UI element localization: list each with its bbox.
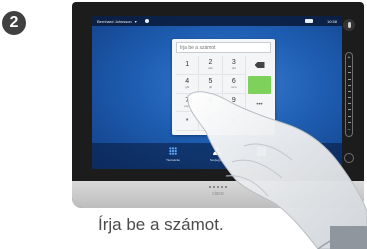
key-digit: 4 [185, 78, 190, 86]
keypad: 1 2 abc 3 def 4 ghi 5 jkl 6 mno 7 pqrs 8 tuv 9w… [176, 56, 246, 131]
key-letters: pqrs [184, 103, 191, 108]
volume-down-icon: – [347, 126, 351, 133]
key-star[interactable]: * [176, 112, 200, 131]
key-digit: 0 [208, 115, 213, 123]
status-bar: Bernhard Johnsson ▾ 10:58 [92, 16, 342, 26]
key-digit: 7 [185, 96, 190, 104]
key-1[interactable]: 1 [176, 56, 200, 75]
power-button[interactable] [344, 153, 354, 163]
volume-up-icon: + [347, 55, 351, 61]
dock-item-contacts[interactable]: Névjegyek [204, 146, 230, 169]
key-digit: 3 [231, 59, 236, 67]
key-hash[interactable]: # [222, 112, 246, 131]
dock-item-dial[interactable]: Tárcsázás [160, 146, 186, 169]
key-digit: # [231, 117, 236, 125]
dock-item-label: Találkozók [253, 158, 268, 162]
cisco-logo: cisco [203, 185, 233, 197]
key-letters: wxyz [230, 103, 238, 108]
user-name[interactable]: Bernhard Johnsson [97, 19, 132, 24]
key-5[interactable]: 5 jkl [199, 74, 223, 94]
clock-time: 10:58 [326, 18, 337, 24]
key-letters: mno [230, 85, 237, 90]
contacts-icon [213, 146, 222, 156]
backspace-button[interactable] [248, 56, 271, 74]
dock-item-label: Névjegyek [209, 158, 224, 162]
brand-text: cisco [212, 190, 224, 197]
dock-item-label: Tárcsázás [166, 158, 180, 162]
step-number-badge: 2 [2, 11, 26, 35]
dial-panel: 1 2abc 3def 4ghi 5jkl 6mno 7pqrs 8tuv 9w… [172, 39, 275, 135]
microphone-icon [347, 22, 351, 28]
calendar-icon: 11 [256, 146, 266, 156]
settings-icon[interactable] [144, 19, 149, 23]
key-letters: def [231, 66, 236, 71]
key-digit: 6 [231, 78, 236, 86]
volume-slider[interactable]: + – [345, 52, 353, 137]
key-9[interactable]: 9 wxyz [222, 93, 246, 113]
key-4[interactable]: 4 ghi [176, 74, 200, 94]
call-button[interactable] [248, 76, 271, 94]
key-digit: 1 [185, 61, 190, 69]
key-digit: 8 [208, 96, 213, 104]
key-digit: 2 [208, 59, 213, 67]
keypad-icon [169, 147, 177, 155]
video-endpoint-device: Bernhard Johnsson ▾ 10:58 1 2abc 3def 4g… [72, 2, 364, 208]
bottom-dock: Tárcsázás Névjegyek 11 Találkozók [92, 143, 342, 169]
key-letters: + [209, 122, 212, 127]
mute-microphone-button[interactable] [343, 19, 355, 31]
key-letters: jkl [209, 85, 212, 90]
instruction-caption: Írja be a számot. [98, 215, 224, 234]
key-8[interactable]: 8 tuv [199, 93, 223, 113]
camera-icon[interactable] [304, 19, 313, 23]
chevron-down-icon[interactable]: ▾ [135, 19, 137, 24]
key-letters: ghi [185, 85, 190, 90]
more-options-button[interactable]: ••• [248, 96, 271, 114]
key-digit: 9 [231, 96, 236, 104]
backspace-icon [254, 62, 265, 68]
touch-screen: Bernhard Johnsson ▾ 10:58 1 2abc 3def 4g… [92, 16, 342, 169]
number-input[interactable] [176, 42, 271, 53]
key-letters: abc [208, 66, 213, 71]
dock-item-meetings[interactable]: 11 Találkozók [248, 146, 274, 169]
key-digit: * [185, 117, 189, 125]
key-0[interactable]: 0 + [199, 112, 223, 131]
key-letters: tuv [208, 103, 213, 108]
dial-actions: ••• [248, 56, 271, 131]
key-6[interactable]: 6 mno [222, 74, 246, 94]
key-2[interactable]: 2 abc [199, 56, 223, 75]
key-7[interactable]: 7 pqrs [176, 93, 200, 113]
key-digit: 5 [208, 78, 213, 86]
key-3[interactable]: 3 def [222, 56, 246, 75]
